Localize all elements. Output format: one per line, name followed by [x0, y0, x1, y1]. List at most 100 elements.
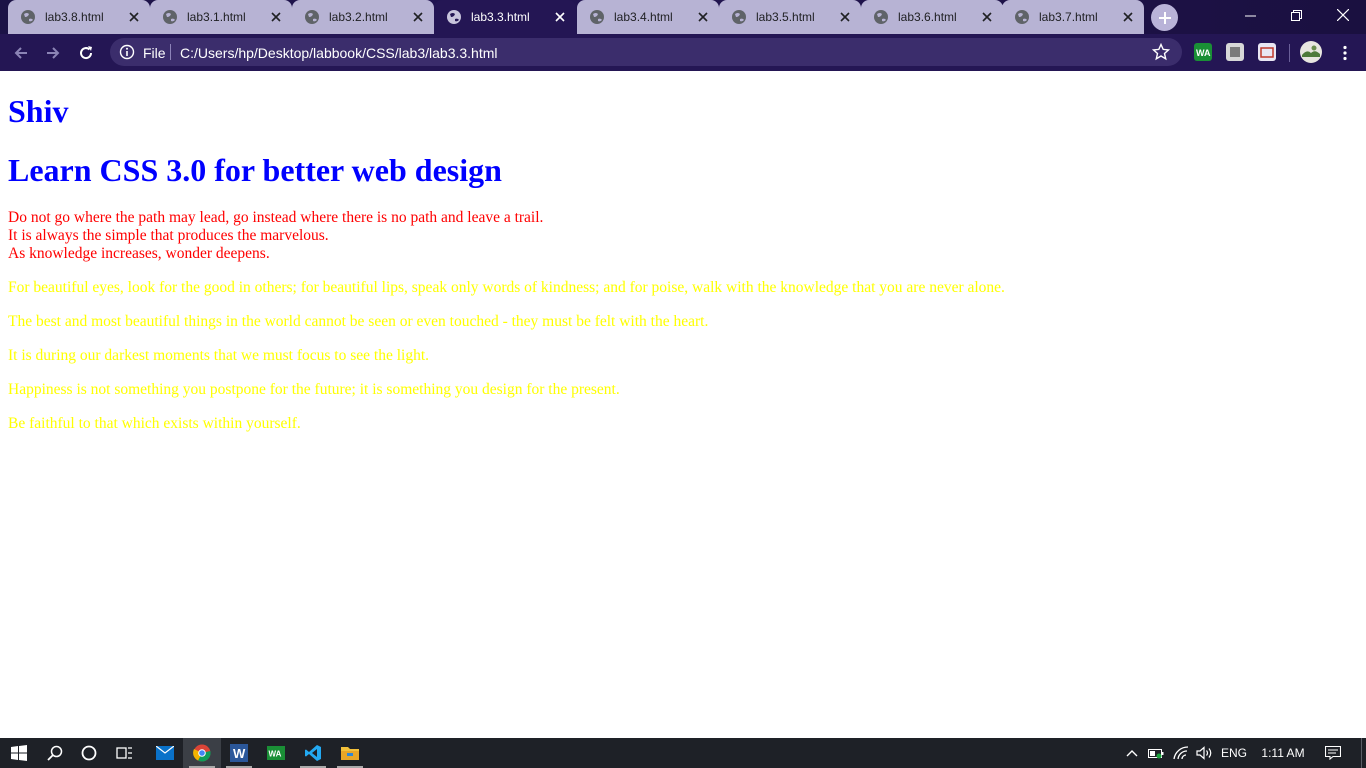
close-icon[interactable]	[837, 9, 853, 25]
tab-title: lab3.1.html	[187, 10, 246, 24]
arrow-left-icon	[14, 47, 27, 59]
red-quote-line: Do not go where the path may lead, go in…	[8, 209, 544, 226]
close-icon[interactable]	[410, 9, 426, 25]
whatsapp-extension-icon[interactable]: WA	[1194, 43, 1212, 61]
vscode-app-button[interactable]	[294, 738, 332, 768]
reload-icon	[80, 46, 93, 60]
red-quote-line: As knowledge increases, wonder deepens.	[8, 245, 270, 262]
globe-icon	[20, 9, 36, 25]
vscode-icon	[305, 745, 321, 761]
tab-title: lab3.3.html	[471, 10, 530, 24]
tab-title: lab3.4.html	[614, 10, 673, 24]
close-icon[interactable]	[268, 9, 284, 25]
close-icon[interactable]	[126, 9, 142, 25]
globe-icon	[589, 9, 605, 25]
close-window-button[interactable]	[1320, 0, 1366, 30]
search-icon	[47, 745, 63, 761]
tab-lab3-5[interactable]: lab3.5.html	[719, 0, 862, 34]
whatsapp-icon: WA	[267, 746, 285, 760]
chevron-up-icon	[1126, 750, 1138, 757]
volume-button[interactable]	[1195, 738, 1215, 768]
tab-title: lab3.2.html	[329, 10, 388, 24]
tab-lab3-8[interactable]: lab3.8.html	[8, 0, 151, 34]
minimize-icon	[1244, 15, 1256, 16]
search-button[interactable]	[36, 738, 74, 768]
yellow-quote-paragraph: It is during our darkest moments that we…	[8, 347, 430, 364]
menu-button[interactable]	[1332, 40, 1358, 66]
close-icon[interactable]	[979, 9, 995, 25]
mail-app-button[interactable]	[146, 738, 184, 768]
show-hidden-icons-button[interactable]	[1124, 738, 1140, 768]
tab-lab3-4[interactable]: lab3.4.html	[577, 0, 720, 34]
globe-icon	[873, 9, 889, 25]
start-button[interactable]	[0, 738, 38, 768]
svg-text:WA: WA	[269, 750, 282, 759]
extension-icon[interactable]	[1226, 43, 1244, 61]
wifi-button[interactable]	[1172, 738, 1190, 768]
tab-lab3-2[interactable]: lab3.2.html	[292, 0, 434, 34]
page-heading-title: Learn CSS 3.0 for better web design	[8, 152, 502, 188]
bookmark-star-icon[interactable]	[1152, 43, 1170, 61]
forward-button[interactable]	[40, 40, 66, 66]
file-explorer-button[interactable]	[331, 738, 369, 768]
yellow-quote-paragraph: Be faithful to that which exists within …	[8, 415, 301, 432]
mail-icon	[156, 746, 174, 760]
close-icon[interactable]	[552, 9, 568, 25]
word-app-button[interactable]: W	[220, 738, 258, 768]
cortana-button[interactable]	[70, 738, 108, 768]
chrome-app-button[interactable]	[183, 738, 221, 768]
tab-lab3-7[interactable]: lab3.7.html	[1002, 0, 1144, 34]
show-desktop-button[interactable]	[1361, 738, 1366, 768]
profile-avatar[interactable]	[1298, 39, 1324, 65]
restore-button[interactable]	[1273, 0, 1319, 30]
globe-icon	[162, 9, 178, 25]
file-explorer-icon	[341, 747, 359, 760]
url-scheme-label: File	[143, 45, 166, 61]
svg-text:WA: WA	[1196, 48, 1211, 58]
tab-title: lab3.5.html	[756, 10, 815, 24]
url-text[interactable]: C:/Users/hp/Desktop/labbook/CSS/lab3/lab…	[180, 45, 498, 61]
close-icon[interactable]	[1120, 9, 1136, 25]
close-icon[interactable]	[695, 9, 711, 25]
globe-icon	[304, 9, 320, 25]
tab-lab3-3-active[interactable]: lab3.3.html	[434, 0, 576, 34]
plus-icon	[1158, 11, 1171, 24]
minimize-button[interactable]	[1227, 0, 1273, 30]
wifi-icon	[1173, 746, 1189, 760]
tab-strip: lab3.8.html lab3.1.html lab3.2.html lab3…	[0, 0, 1366, 34]
clock[interactable]: 1:11 AM	[1255, 738, 1311, 768]
cortana-icon	[81, 745, 97, 761]
notification-icon	[1325, 746, 1341, 760]
avatar-icon	[1300, 41, 1322, 63]
task-view-button[interactable]	[106, 738, 144, 768]
chrome-icon	[193, 744, 211, 762]
word-icon: W	[230, 744, 248, 762]
omnibox-divider	[170, 44, 171, 60]
toolbar-divider	[1289, 44, 1290, 62]
cast-extension-icon[interactable]	[1258, 43, 1276, 61]
browser-toolbar: File C:/Users/hp/Desktop/labbook/CSS/lab…	[0, 34, 1366, 71]
restore-icon	[1290, 9, 1302, 21]
tab-title: lab3.6.html	[898, 10, 957, 24]
kebab-menu-icon	[1343, 45, 1347, 61]
yellow-quote-paragraph: For beautiful eyes, look for the good in…	[8, 279, 1005, 296]
svg-text:W: W	[233, 746, 246, 761]
windows-taskbar: W WA ENG 1:11 AM	[0, 738, 1366, 768]
whatsapp-app-button[interactable]: WA	[257, 738, 295, 768]
windows-start-icon	[11, 745, 27, 761]
input-language-indicator[interactable]: ENG	[1219, 738, 1249, 768]
battery-button[interactable]	[1147, 738, 1165, 768]
reload-button[interactable]	[73, 40, 99, 66]
globe-icon	[1014, 9, 1030, 25]
battery-icon	[1148, 749, 1164, 759]
tab-lab3-6[interactable]: lab3.6.html	[861, 0, 1004, 34]
globe-icon	[446, 9, 462, 25]
address-bar[interactable]: File C:/Users/hp/Desktop/labbook/CSS/lab…	[110, 38, 1182, 66]
speaker-icon	[1196, 746, 1212, 760]
tab-title: lab3.8.html	[45, 10, 104, 24]
new-tab-button[interactable]	[1151, 4, 1178, 31]
back-button[interactable]	[8, 40, 34, 66]
info-icon[interactable]	[119, 44, 135, 60]
action-center-button[interactable]	[1320, 738, 1346, 768]
tab-lab3-1[interactable]: lab3.1.html	[150, 0, 293, 34]
